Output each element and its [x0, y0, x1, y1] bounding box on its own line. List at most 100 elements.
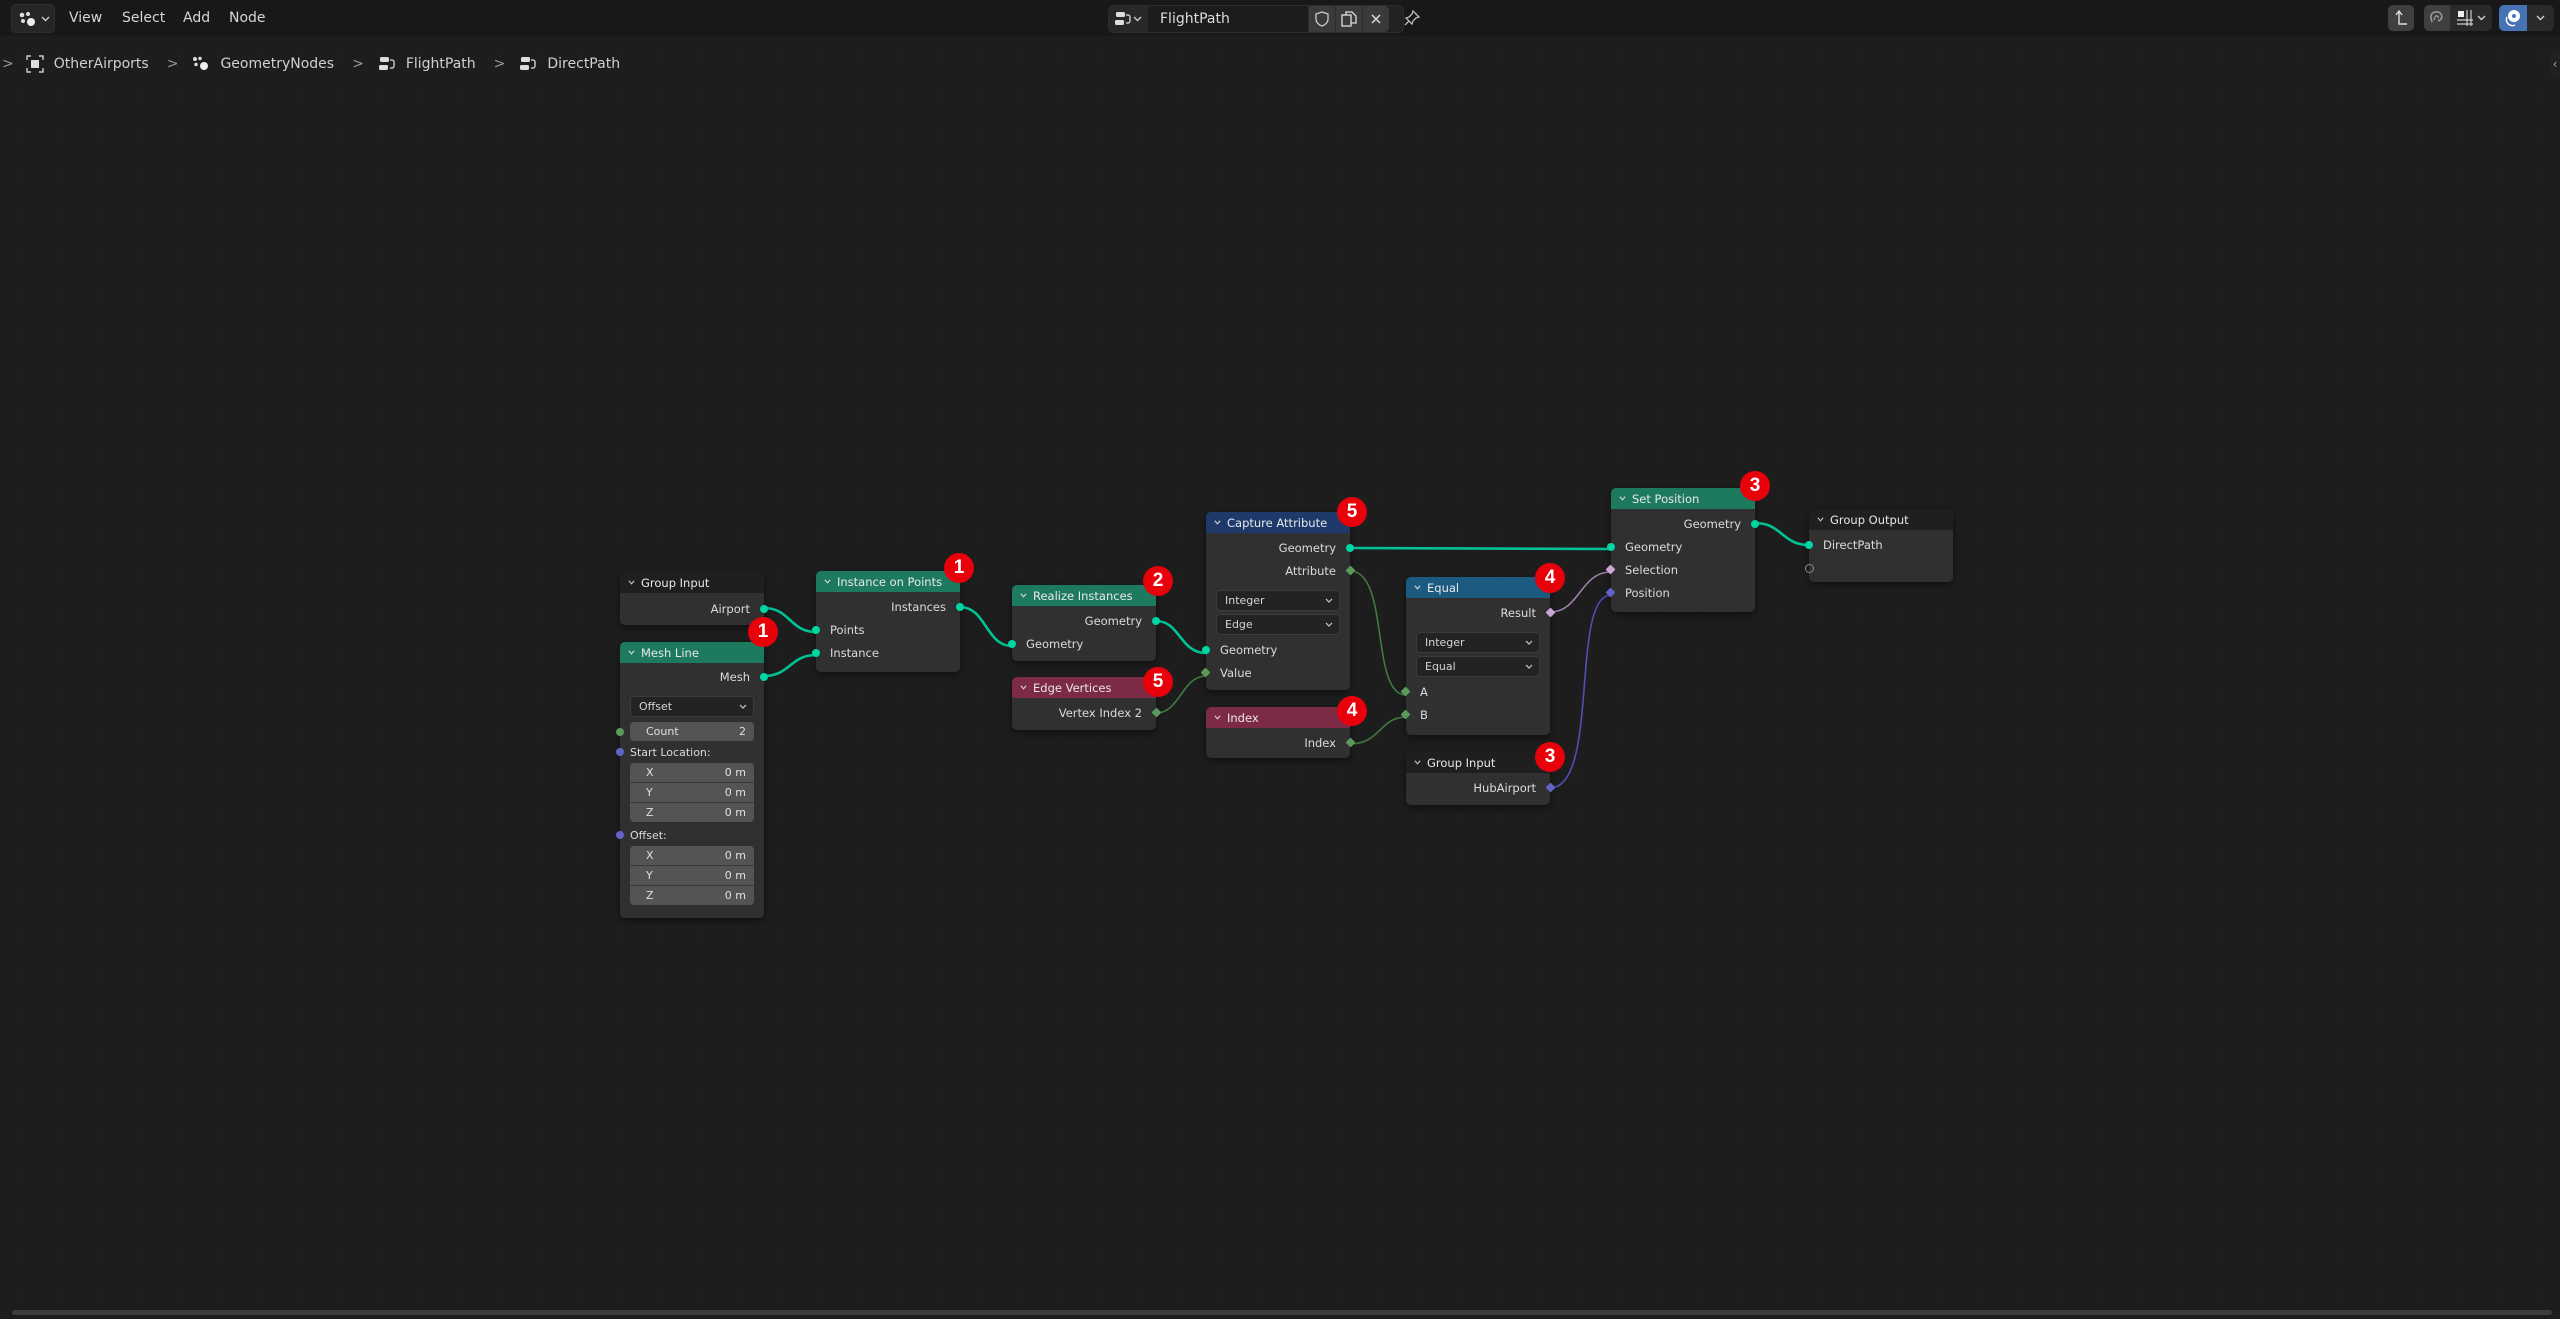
node-header[interactable]: Group Input: [620, 572, 764, 593]
node-group-input[interactable]: Group Input Airport: [620, 572, 768, 625]
breadcrumb-item-directpath[interactable]: DirectPath: [519, 56, 620, 72]
socket-geometry[interactable]: [1607, 542, 1615, 551]
duplicate-button[interactable]: [1335, 6, 1362, 32]
snap-toggle[interactable]: [2424, 5, 2450, 31]
data-type-dropdown[interactable]: Integer: [1216, 590, 1340, 611]
collapse-chevron-icon[interactable]: [1414, 759, 1421, 766]
collapse-chevron-icon[interactable]: [1214, 714, 1221, 721]
start-z-field[interactable]: Z 0 m: [630, 803, 754, 822]
breadcrumb-separator-icon: >: [166, 56, 179, 72]
editor-type-button[interactable]: [11, 4, 55, 33]
snap-target-dropdown[interactable]: [2450, 5, 2492, 31]
breadcrumb-item-object[interactable]: OtherAirports: [26, 55, 149, 73]
node-realize-instances[interactable]: Realize Instances Geometry Geometry: [1008, 585, 1160, 661]
menu-view[interactable]: View: [69, 0, 102, 36]
node-header[interactable]: Edge Vertices: [1012, 677, 1156, 698]
fake-user-button[interactable]: [1308, 6, 1335, 32]
collapse-chevron-icon[interactable]: [1020, 684, 1027, 691]
pin-button[interactable]: [1400, 6, 1424, 30]
socket-vector[interactable]: [616, 748, 624, 756]
socket-geometry[interactable]: [1805, 540, 1813, 549]
socket-geometry[interactable]: [1346, 543, 1354, 552]
socket-geometry[interactable]: [760, 672, 768, 681]
mode-dropdown[interactable]: Offset: [630, 696, 754, 717]
overlays-dropdown[interactable]: [2527, 5, 2554, 31]
breadcrumb-label: OtherAirports: [53, 56, 149, 72]
node-equal[interactable]: Equal Result Integer Equal A B: [1400, 577, 1556, 735]
chevron-down-icon: [739, 704, 747, 709]
node-header[interactable]: Group Input: [1406, 752, 1550, 773]
domain-dropdown[interactable]: Edge: [1216, 614, 1340, 635]
socket-label: Geometry: [1220, 642, 1278, 657]
node-set-position[interactable]: Set Position Geometry Geometry Selection…: [1605, 488, 1759, 612]
horizontal-scrollbar[interactable]: [12, 1310, 2552, 1315]
badge-instance-on-points: 1: [944, 553, 974, 583]
collapse-chevron-icon[interactable]: [628, 649, 635, 656]
socket-geometry[interactable]: [812, 648, 820, 657]
object-icon: [26, 55, 44, 73]
sidebar-toggle-button[interactable]: ‹: [2550, 50, 2560, 78]
offset-z-field[interactable]: Z 0 m: [630, 886, 754, 905]
node-header[interactable]: Mesh Line: [620, 642, 764, 663]
field-value: 0 m: [724, 889, 746, 902]
node-header[interactable]: Instance on Points: [816, 571, 960, 592]
field-label: Count: [646, 725, 679, 738]
overlays-toggle[interactable]: [2499, 5, 2527, 31]
collapse-chevron-icon[interactable]: [824, 578, 831, 585]
node-edge-vertices[interactable]: Edge Vertices Vertex Index 2: [1012, 677, 1162, 730]
duplicate-icon: [1341, 11, 1357, 27]
offset-x-field[interactable]: X 0 m: [630, 846, 754, 866]
socket-label: Geometry: [1625, 539, 1683, 554]
collapse-chevron-icon[interactable]: [628, 579, 635, 586]
collapse-chevron-icon[interactable]: [1619, 495, 1626, 502]
node-mesh-line[interactable]: Mesh Line Mesh Offset Count 2 Start Loca…: [616, 642, 768, 918]
collapse-chevron-icon[interactable]: [1414, 584, 1421, 591]
output-airport: Airport: [620, 597, 768, 620]
start-x-field[interactable]: X 0 m: [630, 763, 754, 783]
node-header[interactable]: Index: [1206, 707, 1350, 728]
menu-select[interactable]: Select: [122, 0, 165, 36]
breadcrumb-item-modifier[interactable]: GeometryNodes: [192, 56, 334, 72]
socket-geometry[interactable]: [956, 602, 964, 611]
unlink-button[interactable]: [1362, 6, 1389, 32]
collapse-chevron-icon[interactable]: [1817, 516, 1824, 523]
socket-geometry[interactable]: [1202, 645, 1210, 654]
node-capture-attribute[interactable]: Capture Attribute Geometry Attribute Int…: [1200, 512, 1356, 690]
socket-empty[interactable]: [1805, 563, 1814, 573]
collapse-chevron-icon[interactable]: [1020, 592, 1027, 599]
chevron-down-icon: [1325, 598, 1333, 603]
node-group-output[interactable]: Group Output DirectPath: [1805, 509, 1953, 582]
collapse-chevron-icon[interactable]: [1214, 519, 1221, 526]
offset-y-field[interactable]: Y 0 m: [630, 866, 754, 886]
socket-geometry[interactable]: [812, 625, 820, 634]
node-header[interactable]: Set Position: [1611, 488, 1755, 509]
browse-node-tree-button[interactable]: [1109, 6, 1148, 32]
socket-integer[interactable]: [616, 728, 624, 736]
node-instance-on-points[interactable]: Instance on Points Instances Points Inst…: [812, 571, 964, 672]
parent-node-tree-button[interactable]: [2388, 5, 2414, 31]
node-header[interactable]: Equal: [1406, 577, 1550, 598]
menu-node[interactable]: Node: [229, 0, 266, 36]
node-group-input-hub[interactable]: Group Input HubAirport: [1406, 752, 1556, 805]
node-header[interactable]: Group Output: [1809, 509, 1953, 530]
socket-geometry[interactable]: [1152, 616, 1160, 625]
field-label: Z: [646, 806, 654, 819]
count-field[interactable]: Count 2: [630, 722, 754, 741]
socket-geometry[interactable]: [1751, 519, 1759, 528]
node-header[interactable]: Realize Instances: [1012, 585, 1156, 606]
breadcrumb-item-flightpath[interactable]: FlightPath: [378, 56, 476, 72]
socket-geometry[interactable]: [1008, 639, 1016, 648]
operation-dropdown[interactable]: Equal: [1416, 656, 1540, 677]
menu-add[interactable]: Add: [183, 0, 210, 36]
start-y-field[interactable]: Y 0 m: [630, 783, 754, 803]
socket-geometry[interactable]: [760, 604, 768, 613]
breadcrumb-toggle-icon[interactable]: >: [2, 56, 14, 72]
breadcrumb-label: DirectPath: [547, 56, 621, 72]
socket-vector[interactable]: [616, 831, 624, 839]
node-index[interactable]: Index Index: [1206, 707, 1356, 758]
input-position: Position: [1605, 581, 1755, 604]
socket-label: Geometry: [1084, 613, 1142, 628]
data-type-dropdown[interactable]: Integer: [1416, 632, 1540, 653]
node-header[interactable]: Capture Attribute: [1206, 512, 1350, 533]
node-tree-name-field[interactable]: FlightPath: [1148, 6, 1308, 32]
